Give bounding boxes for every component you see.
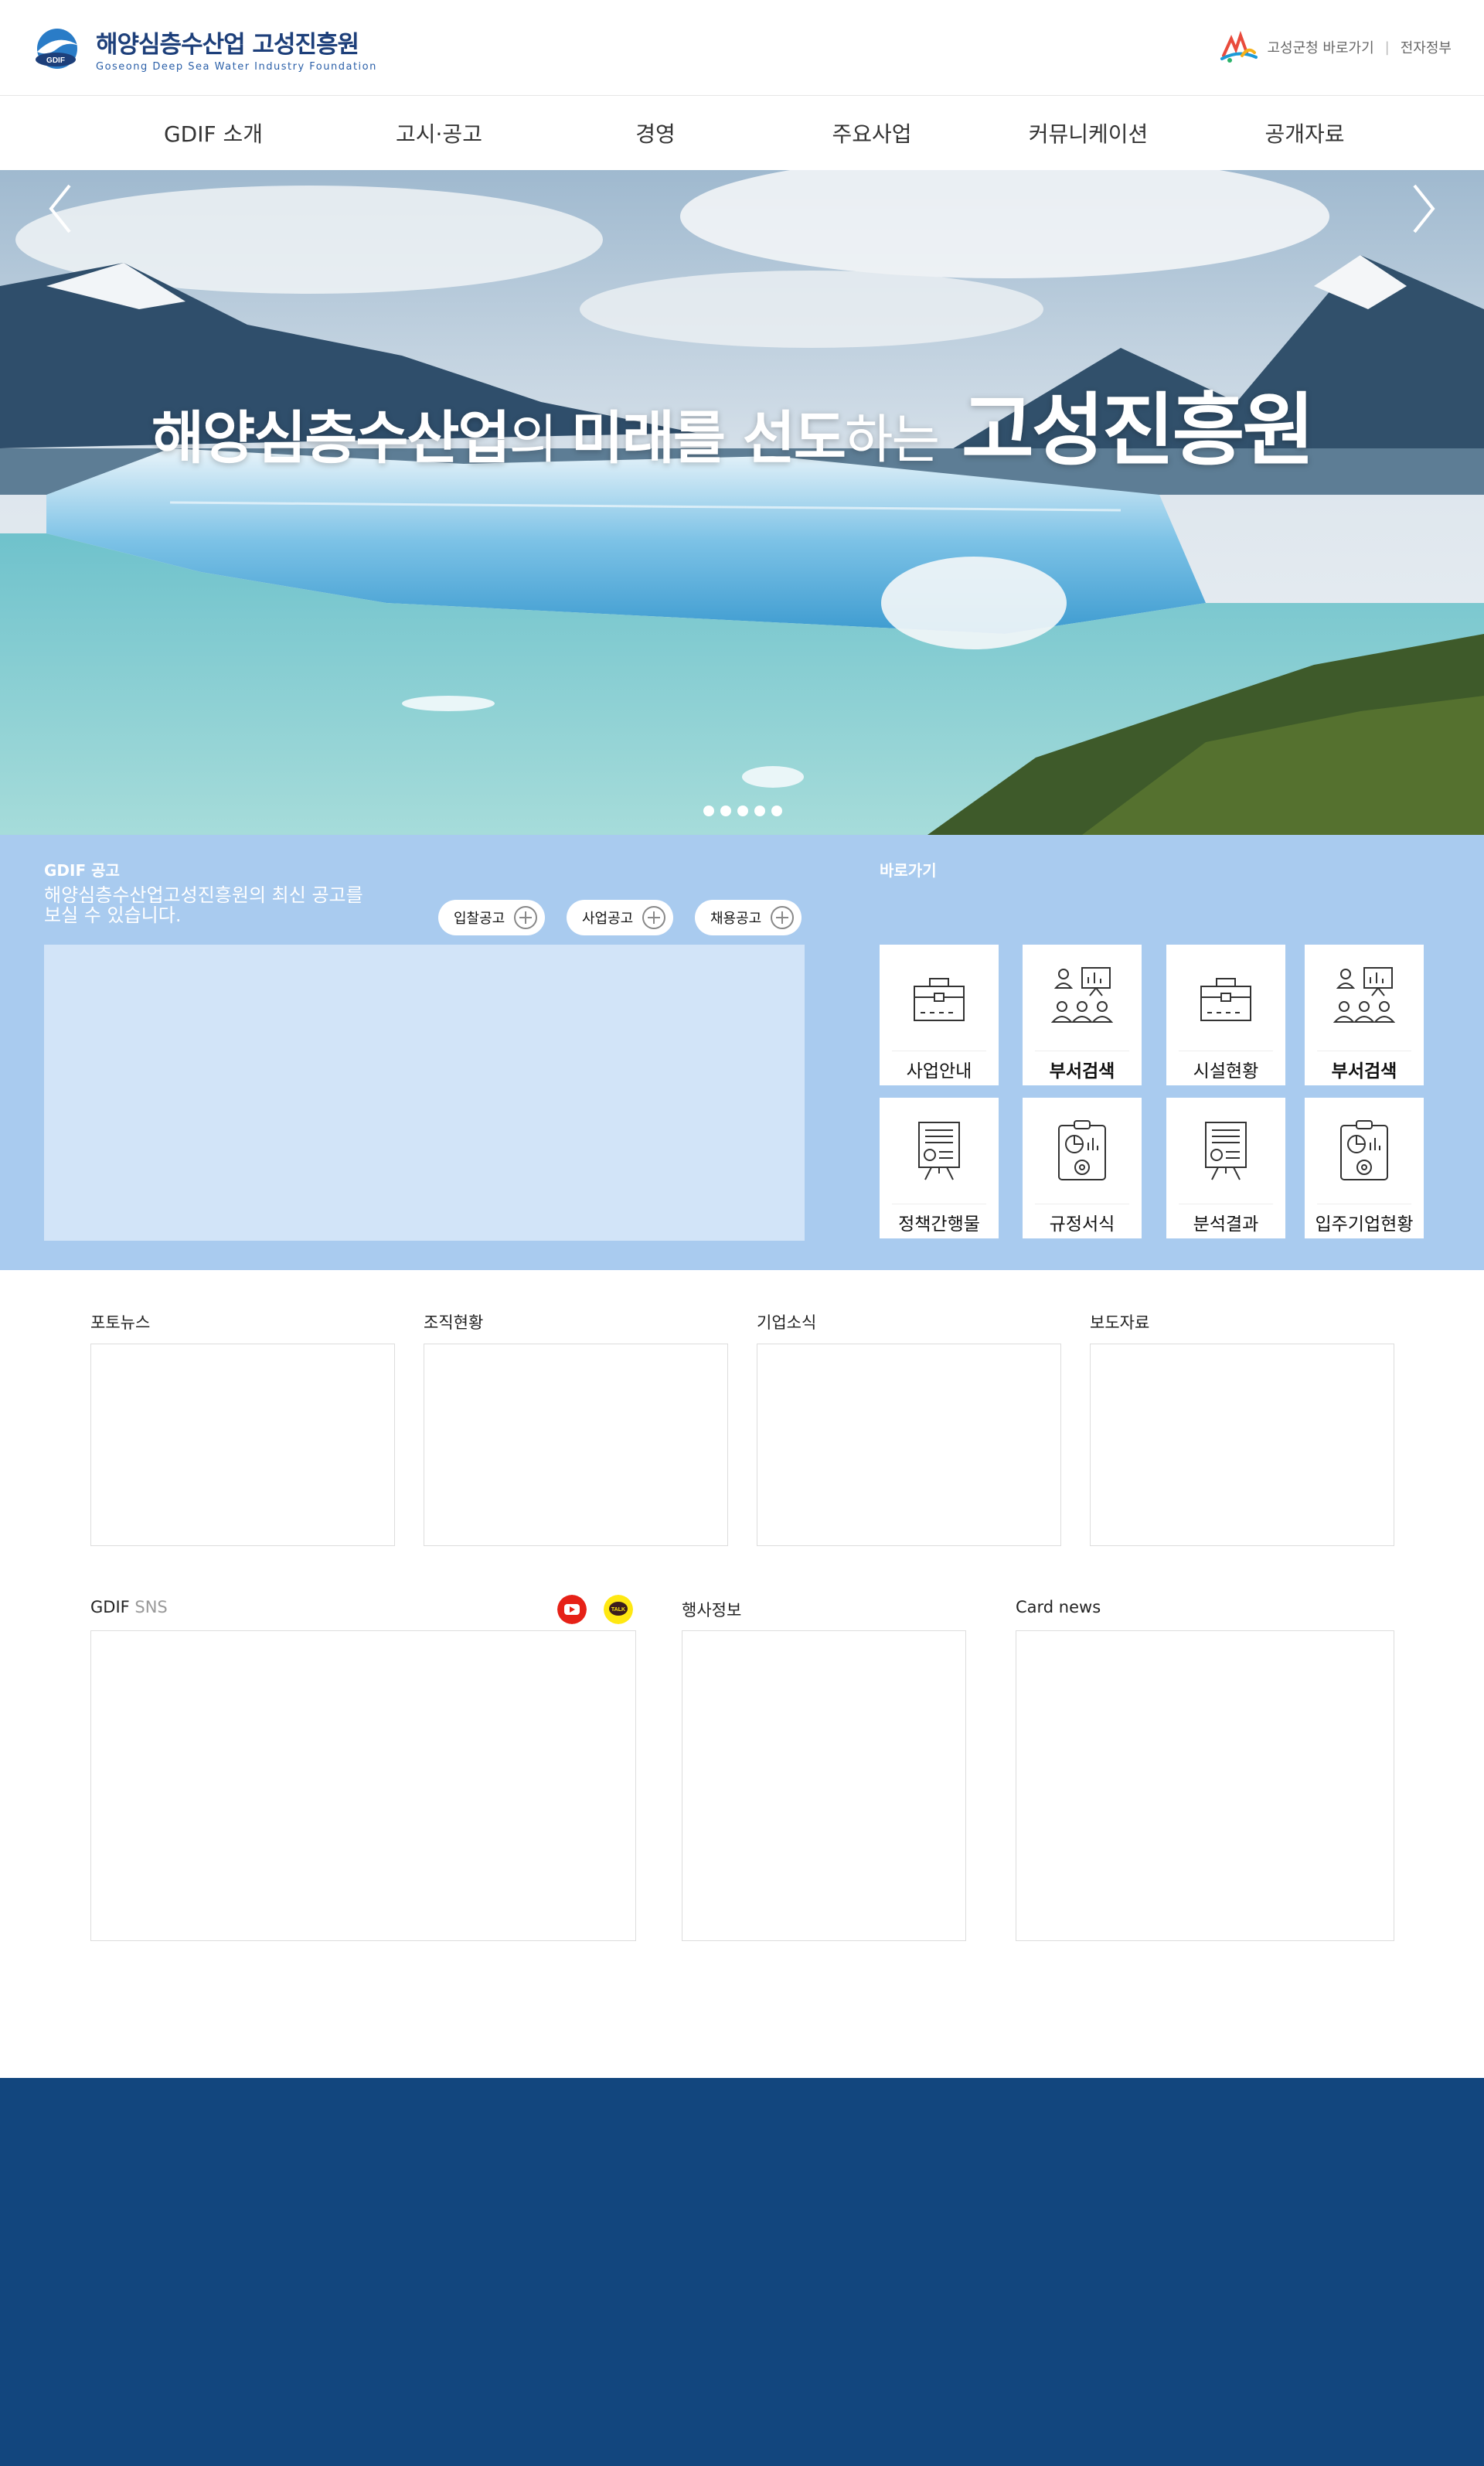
hero-headline-part5: 고성진흥원 <box>962 385 1315 477</box>
quicklink-facility-status[interactable]: 시설현황 <box>1166 945 1285 1085</box>
hero-dot-5[interactable] <box>771 806 782 816</box>
notice-list-area <box>44 945 805 1241</box>
hero-next-arrow-icon[interactable] <box>1399 170 1445 247</box>
goseong-link[interactable]: 고성군청 바로가기 <box>1267 37 1373 57</box>
nav-management[interactable]: 경영 <box>547 118 764 148</box>
org-status-panel <box>424 1344 728 1546</box>
utility-links: 고성군청 바로가기 | 전자정부 <box>1219 29 1452 65</box>
quicklink-title: 바로가기 <box>880 861 937 880</box>
quicklink-analysis-results[interactable]: 분석결과 <box>1166 1098 1285 1238</box>
quicklink-dept-search[interactable]: 부서검색 <box>1023 945 1142 1085</box>
tab-bid-notice-label: 입찰공고 <box>454 911 505 927</box>
logo-emblem-icon: GDIF <box>36 29 79 69</box>
quicklink-policy-publications[interactable]: 정책간행물 <box>880 1098 999 1238</box>
sns-title-light: SNS <box>129 1598 168 1616</box>
events-panel <box>682 1630 966 1941</box>
nav-notice[interactable]: 고시·공고 <box>331 118 547 148</box>
tab-bid-notice[interactable]: 입찰공고 <box>438 900 546 935</box>
site-logo[interactable]: GDIF 해양심층수산업 고성진흥원 Goseong Deep Sea Wate… <box>29 25 377 73</box>
briefcase-icon <box>1200 978 1251 1021</box>
nav-open-data[interactable]: 공개자료 <box>1196 118 1413 148</box>
hero-headline: 해양심층수산업의 미래를 선도하는 고성진흥원 <box>151 367 1315 481</box>
egov-link[interactable]: 전자정부 <box>1401 37 1452 57</box>
hero-dot-3[interactable] <box>737 806 748 816</box>
quicklink-tenant-companies[interactable]: 입주기업현황 <box>1305 1098 1424 1238</box>
quicklink-label: 입주기업현황 <box>1315 1214 1414 1235</box>
logo-subtitle: Goseong Deep Sea Water Industry Foundati… <box>96 61 377 73</box>
nav-gdif-intro[interactable]: GDIF 소개 <box>105 118 322 148</box>
briefcase-icon <box>914 978 965 1021</box>
tab-business-notice-label: 사업공고 <box>582 911 634 927</box>
hero-dot-4[interactable] <box>754 806 765 816</box>
quicklink-label: 부서검색 <box>1331 1061 1397 1081</box>
company-news-panel <box>757 1344 1061 1546</box>
org-status-title[interactable]: 조직현황 <box>424 1310 483 1333</box>
site-header: GDIF 해양심층수산업 고성진흥원 Goseong Deep Sea Wate… <box>0 0 1484 96</box>
hero-headline-part4: 하는 <box>844 410 940 471</box>
hero-headline-part1: 해양심층수산업 <box>151 405 511 472</box>
notice-title: GDIF 공고 <box>44 861 120 880</box>
clipboard-gear-icon <box>1340 1120 1388 1180</box>
site-footer <box>0 2078 1484 2466</box>
tab-recruit-notice[interactable]: 채용공고 <box>695 900 802 935</box>
clipboard-gear-icon <box>1058 1120 1106 1180</box>
photo-news-title[interactable]: 포토뉴스 <box>90 1310 150 1333</box>
hero-prev-arrow-icon[interactable] <box>39 170 85 247</box>
quicklink-label: 규정서식 <box>1049 1214 1115 1235</box>
plus-icon <box>642 906 666 929</box>
hero-headline-part3: 미래를 선도 <box>570 405 846 472</box>
cardnews-title[interactable]: Card news <box>1016 1598 1101 1616</box>
quicklink-dept-search-2[interactable]: 부서검색 <box>1305 945 1424 1085</box>
easel-board-icon <box>1205 1122 1247 1180</box>
company-news-title[interactable]: 기업소식 <box>757 1310 816 1333</box>
youtube-icon[interactable] <box>557 1595 587 1624</box>
nav-main-business[interactable]: 주요사업 <box>764 118 980 148</box>
quicklink-label: 정책간행물 <box>898 1214 980 1235</box>
people-presentation-icon <box>1051 967 1113 1023</box>
quicklink-regulations[interactable]: 규정서식 <box>1023 1098 1142 1238</box>
easel-board-icon <box>918 1122 960 1180</box>
hero-headline-part2: 의 <box>509 410 571 471</box>
press-release-panel <box>1090 1344 1394 1546</box>
quicklink-label: 분석결과 <box>1193 1214 1259 1235</box>
kakaotalk-label: TALK <box>611 1607 625 1613</box>
logo-badge: GDIF <box>46 56 65 65</box>
main-navigation: GDIF 소개 고시·공고 경영 주요사업 커뮤니케이션 공개자료 <box>0 96 1484 170</box>
hero-glacier-image <box>0 170 1484 835</box>
kakaotalk-icon[interactable]: TALK <box>604 1595 633 1624</box>
quicklink-business-info[interactable]: 사업안내 <box>880 945 999 1085</box>
cardnews-panel <box>1016 1630 1394 1941</box>
hero-pagination <box>703 806 782 816</box>
nav-communication[interactable]: 커뮤니케이션 <box>980 118 1196 148</box>
tab-recruit-notice-label: 채용공고 <box>710 911 762 927</box>
goseong-emblem-icon <box>1220 30 1258 63</box>
hero-dot-2[interactable] <box>720 806 731 816</box>
notice-quicklink-band: GDIF 공고 해양심층수산업고성진흥원의 최신 공고를 보실 수 있습니다. … <box>0 835 1484 1270</box>
plus-icon <box>514 906 538 929</box>
sns-title: GDIF SNS <box>90 1598 168 1616</box>
sns-title-bold: GDIF <box>90 1598 130 1616</box>
logo-title: 해양심층수산업 고성진흥원 <box>96 31 359 59</box>
sns-feed-panel <box>90 1630 636 1941</box>
events-title[interactable]: 행사정보 <box>682 1598 741 1621</box>
tab-business-notice[interactable]: 사업공고 <box>567 900 674 935</box>
plus-icon <box>771 906 795 929</box>
util-divider: | <box>1384 39 1390 56</box>
hero-dot-1[interactable] <box>703 806 714 816</box>
hero-slider: 해양심층수산업의 미래를 선도하는 고성진흥원 <box>0 170 1484 835</box>
press-release-title[interactable]: 보도자료 <box>1090 1310 1149 1333</box>
people-presentation-icon <box>1333 967 1395 1023</box>
notice-description: 해양심층수산업고성진흥원의 최신 공고를 보실 수 있습니다. <box>44 884 363 926</box>
quicklink-label: 시설현황 <box>1193 1061 1259 1081</box>
quicklink-label: 부서검색 <box>1049 1061 1115 1081</box>
quicklink-label: 사업안내 <box>906 1061 972 1081</box>
photo-news-panel <box>90 1344 395 1546</box>
